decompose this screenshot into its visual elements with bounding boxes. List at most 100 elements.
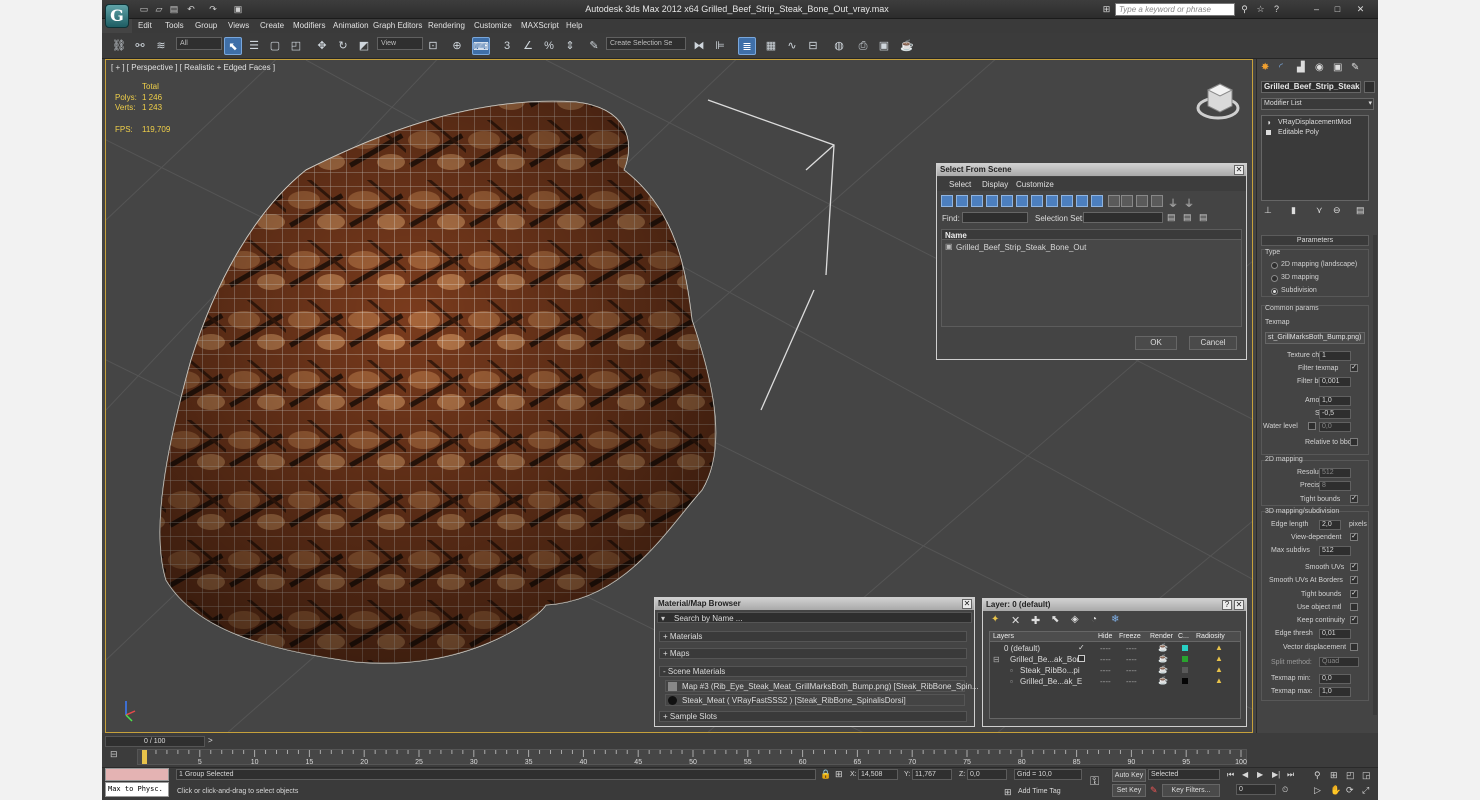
time-tag-icon[interactable]: ⊞	[1004, 787, 1012, 798]
menu-display[interactable]: Display	[982, 180, 1008, 189]
filter-blur-spinner[interactable]: 0,001	[1319, 377, 1351, 387]
command-panel-scrollbar[interactable]	[1373, 235, 1377, 715]
configure-sets-icon[interactable]: ▤	[1356, 205, 1365, 216]
next-frame-icon[interactable]: >	[208, 736, 213, 745]
pivot-center-icon[interactable]: ⊡	[424, 37, 442, 55]
set-remove-icon[interactable]: ▤	[1183, 212, 1192, 223]
shift-spinner[interactable]: -0,5	[1319, 409, 1351, 419]
save-icon[interactable]: ▤	[168, 3, 180, 15]
utilities-tab-icon[interactable]: ✎	[1351, 62, 1359, 73]
smooth-uvs-borders-checkbox[interactable]: ✓	[1350, 576, 1358, 584]
freeze-toggle[interactable]: ----	[1126, 644, 1137, 653]
radiosity-icon[interactable]: ▲	[1215, 676, 1223, 685]
xref-filter-icon[interactable]	[1046, 195, 1058, 207]
scale-icon[interactable]: ◩	[355, 37, 373, 55]
menu-customize[interactable]: Customize	[474, 21, 512, 30]
render-production-icon[interactable]: ☕	[898, 37, 916, 55]
radiosity-icon[interactable]: ▲	[1215, 665, 1223, 674]
absolute-mode-icon[interactable]: ⊞	[835, 769, 843, 780]
open-icon[interactable]: ▱	[153, 3, 165, 15]
group-filter-icon[interactable]	[1031, 195, 1043, 207]
close-icon[interactable]: ✕	[962, 599, 972, 609]
make-unique-icon[interactable]: ⋎	[1316, 205, 1323, 216]
menu-help[interactable]: Help	[566, 21, 582, 30]
hierarchy-tab-icon[interactable]: ▟	[1297, 62, 1305, 73]
zoom-all-icon[interactable]: ⊞	[1330, 770, 1338, 781]
next-frame-button-icon[interactable]: ▶|	[1272, 770, 1280, 779]
section-materials[interactable]: + Materials	[659, 631, 967, 642]
tight-bounds-3d-checkbox[interactable]: ✓	[1350, 590, 1358, 598]
move-icon[interactable]: ✥	[313, 37, 331, 55]
funnel-options-icon[interactable]: ⏚	[1184, 195, 1196, 210]
search-input[interactable]: Type a keyword or phrase	[1115, 3, 1235, 16]
set-key-pen-icon[interactable]: ✎	[1150, 785, 1158, 796]
table-row[interactable]: ▫ Steak_RibBo...pi ---- ---- ☕ ▲	[990, 665, 1240, 676]
use-object-mtl-checkbox[interactable]	[1350, 603, 1358, 611]
auto-key-button[interactable]: Auto Key	[1112, 769, 1146, 782]
layer-color-swatch[interactable]	[1182, 667, 1188, 673]
resolution-spinner[interactable]: 512	[1319, 468, 1351, 478]
freeze-toggle[interactable]: ----	[1126, 666, 1137, 675]
show-end-result-icon[interactable]: ▮	[1291, 205, 1296, 216]
menu-modifiers[interactable]: Modifiers	[293, 21, 325, 30]
time-config-icon[interactable]: ⏲	[1282, 785, 1288, 795]
window-crossing-icon[interactable]: ◰	[287, 37, 305, 55]
freeze-toggle[interactable]: ----	[1126, 677, 1137, 686]
percent-snap-icon[interactable]: %	[540, 37, 558, 55]
section-scene-materials[interactable]: - Scene Materials	[659, 666, 967, 677]
radiosity-icon[interactable]: ▲	[1215, 654, 1223, 663]
selection-set-dropdown[interactable]	[1083, 212, 1163, 223]
menu-customize[interactable]: Customize	[1016, 180, 1054, 189]
menu-tools[interactable]: Tools	[165, 21, 184, 30]
section-sample-slots[interactable]: + Sample Slots	[659, 711, 967, 722]
field-of-view-icon[interactable]: ▷	[1314, 785, 1321, 796]
go-to-start-icon[interactable]: ⏮	[1227, 770, 1234, 780]
list-item[interactable]: Editable Poly	[1264, 128, 1367, 138]
modify-tab-icon[interactable]: ◜	[1279, 62, 1283, 73]
snaps-toggle-icon[interactable]: 3	[498, 37, 516, 55]
column-hide[interactable]: Hide	[1098, 633, 1112, 640]
column-freeze[interactable]: Freeze	[1119, 633, 1141, 640]
maxscript-listener-pink[interactable]	[105, 768, 169, 781]
edit-named-sets-icon[interactable]: ✎	[585, 37, 603, 55]
list-item[interactable]: Steak_Meat ( VRayFastSSS2 ) [Steak_RibBo…	[665, 694, 965, 706]
layer-color-swatch[interactable]	[1182, 656, 1188, 662]
app-logo-icon[interactable]: G	[105, 4, 129, 28]
go-to-end-icon[interactable]: ⏭	[1287, 770, 1294, 780]
angle-snap-icon[interactable]: ∠	[519, 37, 537, 55]
menu-rendering[interactable]: Rendering	[428, 21, 465, 30]
star-icon[interactable]: ☆	[1254, 3, 1267, 16]
select-all-icon[interactable]	[1121, 195, 1133, 207]
shape-filter-icon[interactable]	[956, 195, 968, 207]
display-tab-icon[interactable]: ▣	[1333, 62, 1342, 73]
water-level-spinner[interactable]: 0,0	[1319, 422, 1351, 432]
hide-all-icon[interactable]: ◔	[1091, 614, 1097, 625]
teapot-icon[interactable]: ☕	[1158, 643, 1168, 652]
vector-displacement-checkbox[interactable]	[1350, 643, 1358, 651]
column-render[interactable]: Render	[1150, 633, 1173, 640]
object-color-swatch[interactable]	[1364, 81, 1375, 93]
y-coordinate-field[interactable]: 11,767	[912, 769, 952, 780]
menu-select[interactable]: Select	[949, 180, 971, 189]
select-objects-icon[interactable]: ⬉	[1051, 614, 1059, 625]
select-none-icon[interactable]	[1136, 195, 1148, 207]
layer-color-swatch[interactable]	[1182, 645, 1188, 651]
link-icon[interactable]: ⛓	[110, 37, 128, 55]
find-input[interactable]	[962, 212, 1028, 223]
table-row[interactable]: 0 (default) ✓ ---- ---- ☕ ▲	[990, 643, 1240, 654]
hide-toggle[interactable]: ----	[1100, 655, 1111, 664]
container-filter-icon[interactable]	[1076, 195, 1088, 207]
cancel-button[interactable]: Cancel	[1189, 336, 1237, 350]
freeze-all-icon[interactable]: ❄	[1111, 614, 1119, 625]
redo-icon[interactable]: ↷	[207, 3, 219, 15]
light-filter-icon[interactable]	[971, 195, 983, 207]
modifier-list-dropdown[interactable]: Modifier List ▾	[1261, 98, 1374, 110]
lock-icon[interactable]: 🔒	[820, 769, 831, 780]
delete-layer-icon[interactable]: ✕	[1011, 614, 1020, 627]
help-icon[interactable]: ?	[1222, 600, 1232, 610]
selection-filter-dropdown[interactable]: All	[176, 37, 222, 50]
helper-filter-icon[interactable]	[1001, 195, 1013, 207]
water-level-checkbox[interactable]	[1308, 422, 1316, 430]
relative-bbox-checkbox[interactable]	[1350, 438, 1358, 446]
key-icon[interactable]: ⚿	[1090, 774, 1099, 789]
